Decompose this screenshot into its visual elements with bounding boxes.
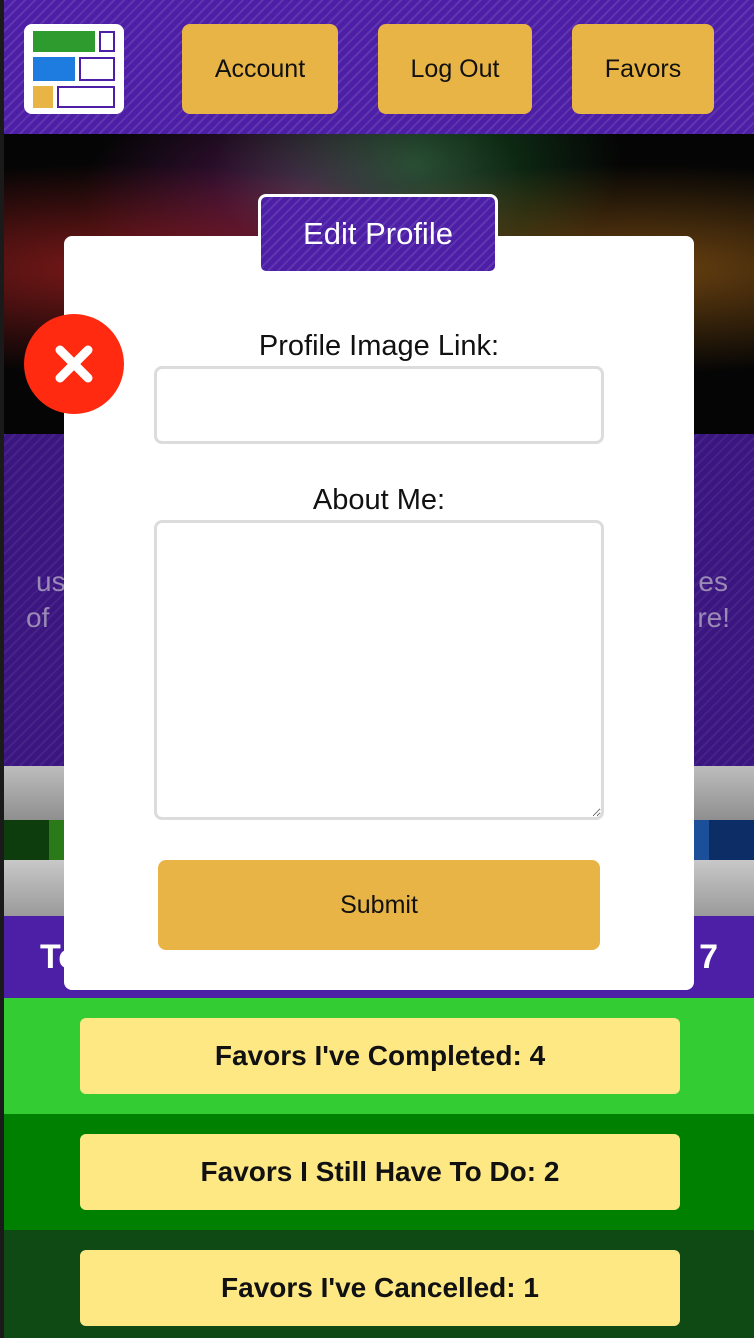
stat-row-todo: Favors I Still Have To Do: 2: [4, 1114, 754, 1230]
about-text-fragment: of: [26, 602, 50, 633]
edit-profile-modal: Profile Image Link: About Me: Submit: [64, 236, 694, 990]
grid-logo-icon[interactable]: [24, 24, 124, 114]
favors-button[interactable]: Favors: [572, 24, 714, 114]
modal-title-tab: Edit Profile: [258, 194, 498, 274]
submit-button[interactable]: Submit: [158, 860, 600, 950]
close-x-icon[interactable]: [24, 314, 124, 414]
total-value-fragment: 7: [699, 938, 718, 976]
profile-image-link-label: Profile Image Link:: [258, 330, 500, 362]
about-me-label: About Me:: [312, 484, 446, 516]
log-out-button[interactable]: Log Out: [378, 24, 532, 114]
page: Account Log Out Favors us of es re! To 7…: [4, 0, 754, 1338]
favors-todo-button[interactable]: Favors I Still Have To Do: 2: [80, 1134, 680, 1210]
profile-image-link-input[interactable]: [154, 366, 604, 444]
favors-cancelled-button[interactable]: Favors I've Cancelled: 1: [80, 1250, 680, 1326]
favors-completed-button[interactable]: Favors I've Completed: 4: [80, 1018, 680, 1094]
about-text-fragment: es: [698, 566, 728, 597]
stat-row-completed: Favors I've Completed: 4: [4, 998, 754, 1114]
modal-title: Edit Profile: [303, 216, 453, 251]
about-text-fragment: re!: [697, 602, 730, 633]
account-button[interactable]: Account: [182, 24, 338, 114]
top-nav-bar: Account Log Out Favors: [4, 0, 754, 134]
about-text-fragment: us: [36, 566, 66, 597]
stat-row-cancelled: Favors I've Cancelled: 1: [4, 1230, 754, 1338]
about-me-textarea[interactable]: [154, 520, 604, 820]
